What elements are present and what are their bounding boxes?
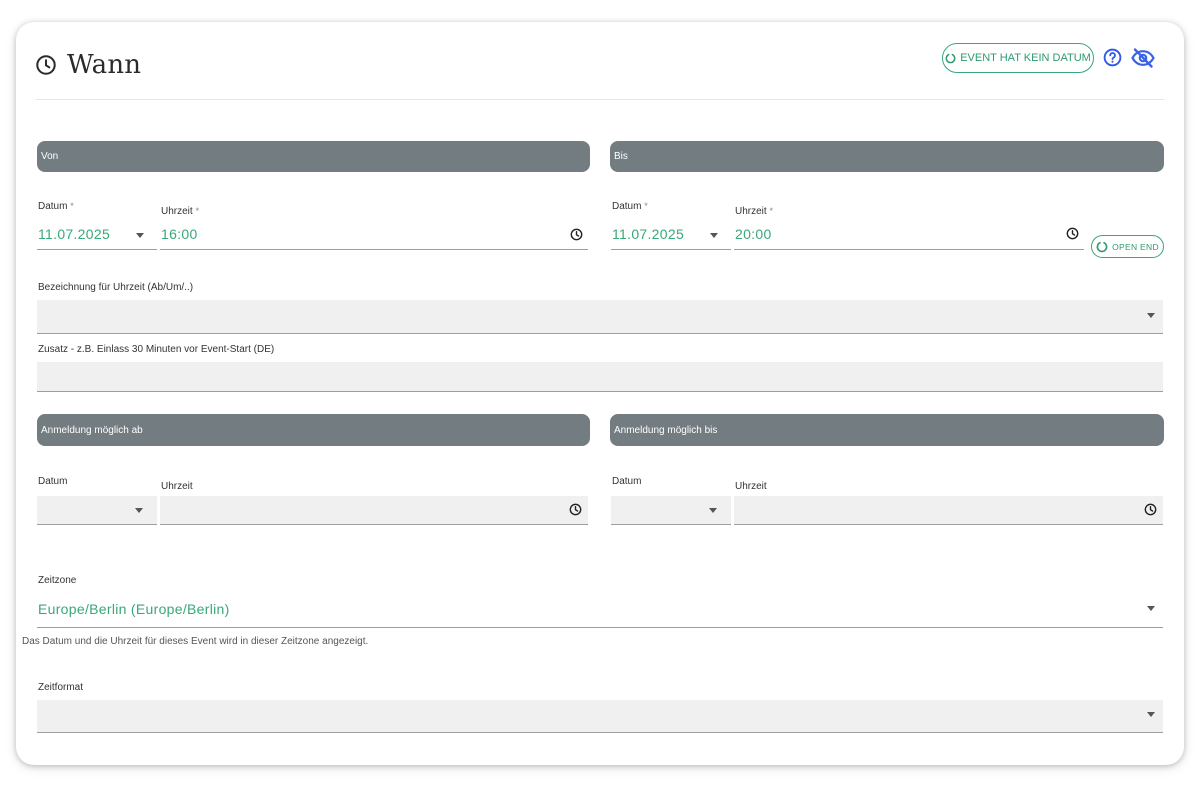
when-card <box>16 22 1184 765</box>
caret-down-icon <box>1147 313 1155 318</box>
from-date-label: Datum * <box>38 201 74 212</box>
registration-from-time-input[interactable] <box>160 496 588 525</box>
clock-icon[interactable] <box>569 503 582 521</box>
from-time-input[interactable] <box>160 218 588 250</box>
caret-down-icon <box>135 508 143 513</box>
clock-icon[interactable] <box>1144 503 1157 521</box>
toggle-ring-icon <box>1096 241 1108 253</box>
section-registration-from-label: Anmeldung möglich ab <box>41 424 143 436</box>
clock-icon <box>35 54 57 76</box>
timezone-hint: Das Datum und die Uhrzeit für dieses Eve… <box>22 636 369 647</box>
event-has-no-date-label: EVENT HAT KEIN DATUM <box>960 52 1091 64</box>
to-time-label: Uhrzeit * <box>735 206 773 217</box>
section-registration-from: Anmeldung möglich ab <box>37 414 590 446</box>
open-end-button[interactable]: OPEN END <box>1091 235 1164 258</box>
to-date-label: Datum * <box>612 201 648 212</box>
eye-off-icon[interactable] <box>1130 47 1156 74</box>
timezone-select[interactable] <box>37 594 1163 628</box>
additional-info-label: Zusatz - z.B. Einlass 30 Minuten vor Eve… <box>38 344 275 355</box>
time-designation-select[interactable] <box>37 300 1163 334</box>
registration-from-time-label: Uhrzeit <box>161 481 193 492</box>
from-date-underline <box>37 249 157 250</box>
time-format-select[interactable] <box>37 700 1163 733</box>
registration-to-time-label: Uhrzeit <box>735 481 767 492</box>
registration-from-date-select[interactable] <box>37 496 157 525</box>
to-time-input[interactable] <box>734 218 1084 250</box>
event-has-no-date-button[interactable]: EVENT HAT KEIN DATUM <box>942 43 1094 73</box>
section-from: Von <box>37 141 590 172</box>
additional-info-input[interactable] <box>37 362 1163 392</box>
registration-to-date-select[interactable] <box>611 496 731 525</box>
section-registration-to: Anmeldung möglich bis <box>610 414 1164 446</box>
section-to: Bis <box>610 141 1164 172</box>
to-date-select[interactable] <box>611 218 731 250</box>
help-icon[interactable] <box>1103 48 1122 72</box>
registration-to-date-label: Datum <box>612 476 642 487</box>
caret-down-icon <box>1147 712 1155 717</box>
from-time-underline <box>160 249 588 250</box>
registration-to-time-input[interactable] <box>734 496 1163 525</box>
timezone-label: Zeitzone <box>38 575 77 586</box>
caret-down-icon <box>709 508 717 513</box>
to-time-underline <box>734 249 1084 250</box>
section-registration-to-label: Anmeldung möglich bis <box>614 424 718 436</box>
to-date-underline <box>611 249 731 250</box>
section-to-label: Bis <box>614 151 628 162</box>
page-title: Wann <box>67 50 142 80</box>
card-header: Wann <box>35 50 141 80</box>
time-designation-label: Bezeichnung für Uhrzeit (Ab/Um/..) <box>38 282 194 293</box>
section-from-label: Von <box>41 151 59 162</box>
header-divider <box>36 99 1164 100</box>
from-date-select[interactable] <box>37 218 157 250</box>
time-format-label: Zeitformat <box>38 682 84 693</box>
timezone-underline <box>37 627 1163 628</box>
registration-from-date-label: Datum <box>38 476 68 487</box>
open-end-label: OPEN END <box>1112 241 1159 252</box>
from-time-label: Uhrzeit * <box>161 206 199 217</box>
toggle-ring-icon <box>945 53 956 64</box>
